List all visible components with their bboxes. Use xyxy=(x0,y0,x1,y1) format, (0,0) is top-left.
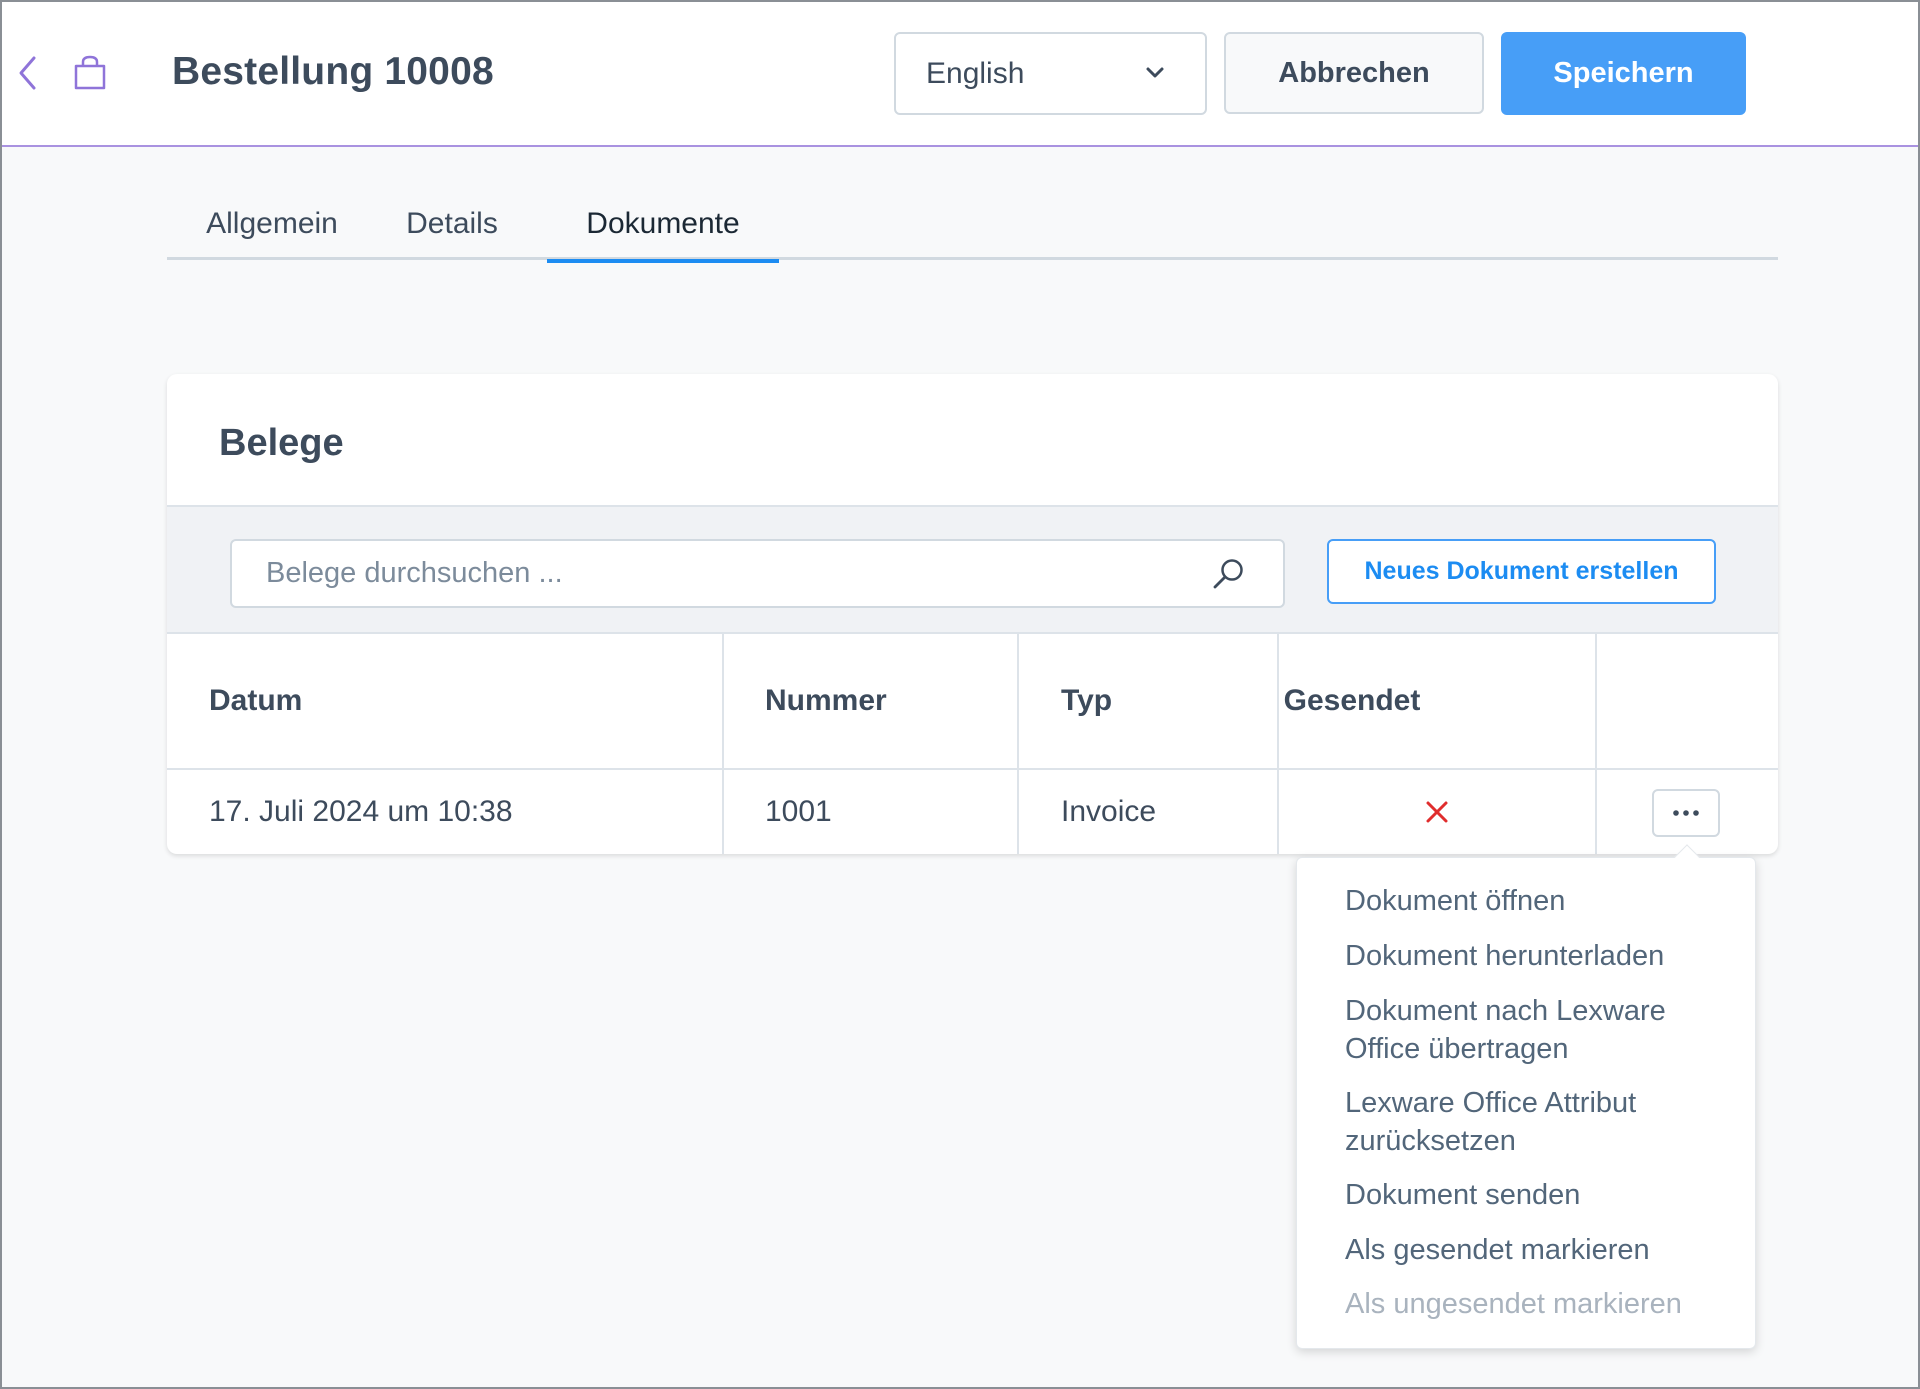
column-header-typ[interactable]: Typ xyxy=(1061,634,1112,768)
cancel-button[interactable]: Abbrechen xyxy=(1224,32,1484,114)
row-actions-button[interactable] xyxy=(1652,789,1720,837)
new-document-button[interactable]: Neues Dokument erstellen xyxy=(1327,539,1716,604)
table-cell-gesendet xyxy=(1279,770,1595,854)
column-divider xyxy=(1017,634,1019,854)
menu-item-open-document[interactable]: Dokument öffnen xyxy=(1345,882,1745,920)
menu-item-mark-sent[interactable]: Als gesendet markieren xyxy=(1345,1231,1745,1269)
tab-bar: Allgemein Details Dokumente xyxy=(167,188,1778,263)
more-dots-icon xyxy=(1673,810,1699,816)
column-divider xyxy=(722,634,724,854)
tab-details[interactable]: Details xyxy=(382,188,522,260)
language-select-value: English xyxy=(926,56,1025,90)
chevron-down-icon xyxy=(1146,67,1164,78)
column-header-nummer[interactable]: Nummer xyxy=(765,634,887,768)
not-sent-x-icon xyxy=(1426,801,1448,823)
header-bar: Bestellung 10008 English Abbrechen Speic… xyxy=(2,2,1918,147)
table-cell-nummer: 1001 xyxy=(765,795,832,828)
shopping-bag-icon xyxy=(74,55,106,90)
save-button[interactable]: Speichern xyxy=(1501,32,1746,115)
menu-item-transfer-lexware[interactable]: Dokument nach Lexware Office übertragen xyxy=(1345,992,1745,1068)
documents-table: Datum Nummer Typ Gesendet 17. Juli 2024 … xyxy=(167,634,1778,854)
tab-dokumente[interactable]: Dokumente xyxy=(547,188,779,263)
table-cell-datum: 17. Juli 2024 um 10:38 xyxy=(209,795,513,828)
card-title: Belege xyxy=(219,422,344,464)
column-header-gesendet[interactable]: Gesendet xyxy=(1277,634,1427,768)
menu-item-reset-lexware-attribute[interactable]: Lexware Office Attribut zurücksetzen xyxy=(1345,1084,1745,1160)
table-cell-typ: Invoice xyxy=(1061,795,1157,828)
back-arrow-icon[interactable] xyxy=(16,54,40,92)
tab-allgemein[interactable]: Allgemein xyxy=(167,188,377,260)
row-actions-menu: Dokument öffnen Dokument herunterladen D… xyxy=(1296,857,1756,1349)
page-title: Bestellung 10008 xyxy=(172,50,494,93)
column-header-datum[interactable]: Datum xyxy=(209,634,302,768)
documents-card: Belege Neues Dokument erstellen Datum Nu… xyxy=(167,374,1778,854)
card-toolbar: Neues Dokument erstellen xyxy=(167,505,1778,634)
menu-item-mark-unsent: Als ungesendet markieren xyxy=(1345,1288,1682,1320)
search-icon[interactable] xyxy=(1212,557,1246,591)
column-divider xyxy=(1595,634,1597,854)
language-select[interactable]: English xyxy=(894,32,1207,115)
menu-item-download-document[interactable]: Dokument herunterladen xyxy=(1345,937,1745,975)
search-input[interactable] xyxy=(230,539,1285,608)
menu-item-send-document[interactable]: Dokument senden xyxy=(1345,1176,1745,1214)
